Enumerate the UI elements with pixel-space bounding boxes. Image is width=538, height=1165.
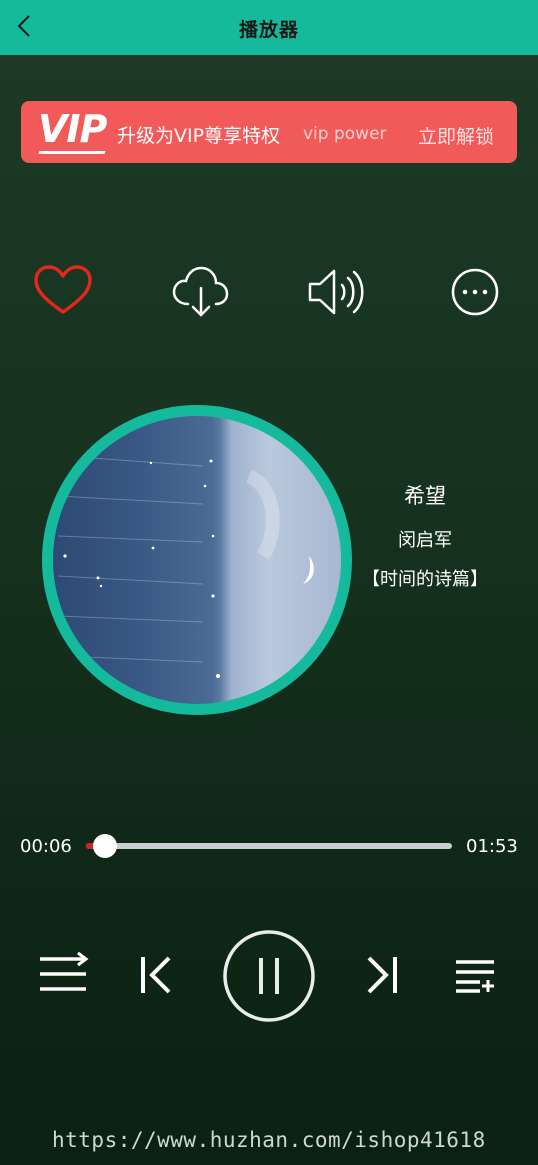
playlist-mode-button[interactable] [38,950,90,998]
vip-banner-text: 升级为VIP尊享特权 [117,125,281,147]
favorite-button[interactable] [33,262,93,322]
album-cover-art [57,455,314,678]
vip-banner-subtext: vip power [303,124,387,144]
total-time: 01:53 [466,836,518,857]
vip-banner[interactable]: VIP 升级为VIP尊享特权 vip power 立即解锁 [21,101,517,163]
cloud-download-icon [172,266,229,317]
heart-icon [34,265,92,314]
unlock-button[interactable]: 立即解锁 [418,122,494,149]
more-button[interactable] [446,262,506,322]
download-button[interactable] [170,262,230,322]
queue-button[interactable] [454,958,496,994]
top-bar: 播放器 [0,0,538,55]
current-time: 00:06 [20,836,72,857]
album-cover [53,416,341,704]
queue-add-icon [456,960,494,993]
album-disc [42,405,352,715]
vip-logo: VIP [38,107,107,151]
more-circle-icon [451,268,499,316]
skip-next-icon [367,956,397,994]
pause-icon [223,930,315,1022]
next-button[interactable] [364,955,400,995]
watermark: https://www.huzhan.com/ishop41618 [52,1128,486,1152]
list-order-icon [40,951,89,991]
play-pause-button[interactable] [222,929,316,1023]
song-artist: 闵启军 [398,530,452,551]
previous-button[interactable] [138,955,174,995]
skip-previous-icon [141,956,171,994]
progress-track[interactable] [86,834,452,858]
volume-button[interactable] [306,262,366,322]
vip-logo-underline [38,151,106,154]
song-album: 【时间的诗篇】 [362,569,488,590]
progress-thumb[interactable] [93,834,118,858]
page-title: 播放器 [238,19,299,41]
speaker-icon [308,269,364,315]
song-title: 希望 [404,484,446,508]
